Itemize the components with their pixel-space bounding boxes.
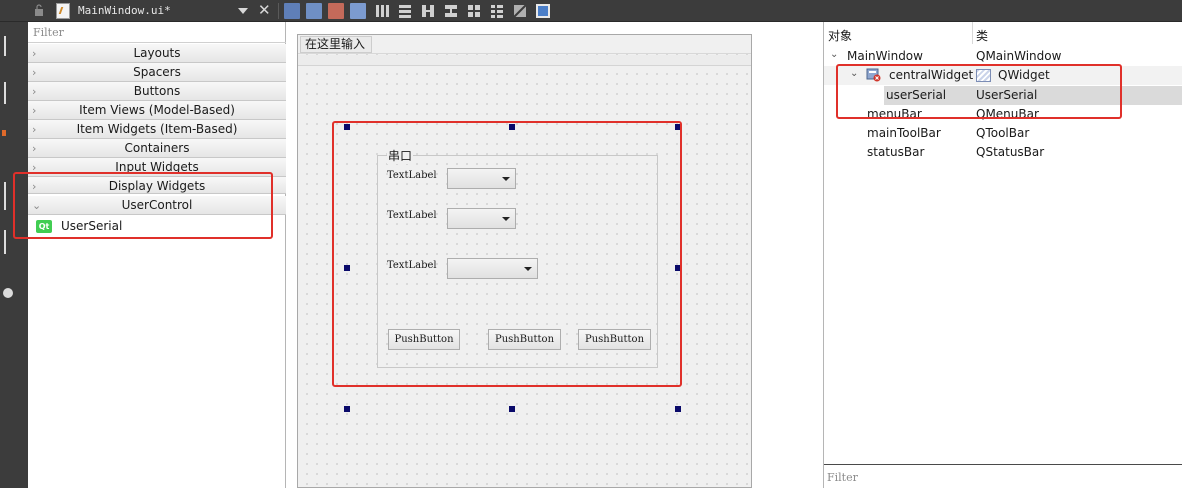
form-toolbar	[298, 55, 751, 66]
layout-vertical-icon[interactable]	[397, 3, 413, 19]
column-header-object[interactable]: 对象	[828, 27, 852, 44]
annotation-highlight-box	[836, 64, 1122, 119]
mode-design-icon[interactable]	[2, 130, 6, 136]
edit-tab-order-icon[interactable]	[350, 3, 366, 19]
tree-row-maintoolbar[interactable]: mainToolBar QToolBar	[824, 124, 1182, 143]
category-label: Containers	[124, 141, 190, 155]
chevron-down-icon[interactable]	[238, 8, 248, 14]
chevron-right-icon: ›	[32, 85, 37, 98]
toolbar-divider	[278, 3, 279, 19]
mode-edit-icon[interactable]	[4, 82, 14, 104]
widget-box-panel: Filter › Layouts › Spacers › Buttons › Item …	[28, 22, 286, 488]
category-layouts[interactable]: › Layouts	[28, 44, 286, 63]
chevron-right-icon: ›	[32, 142, 37, 155]
layout-grid-icon[interactable]	[466, 3, 482, 19]
open-file-title[interactable]: MainWindow.ui*	[78, 4, 171, 17]
layout-horizontal-splitter-icon[interactable]	[420, 3, 436, 19]
category-spacers[interactable]: › Spacers	[28, 63, 286, 82]
category-containers[interactable]: › Containers	[28, 139, 286, 158]
category-label: Buttons	[133, 84, 181, 98]
lock-icon	[35, 4, 43, 16]
chevron-right-icon: ›	[32, 66, 37, 79]
category-item-widgets[interactable]: › Item Widgets (Item-Based)	[28, 120, 286, 139]
object-name: statusBar	[867, 145, 925, 159]
edit-widgets-icon[interactable]	[284, 3, 300, 19]
category-buttons[interactable]: › Buttons	[28, 82, 286, 101]
selection-handle[interactable]	[675, 406, 681, 412]
break-layout-icon[interactable]	[512, 3, 528, 19]
selection-handle[interactable]	[509, 406, 515, 412]
chevron-down-icon[interactable]: ⌄	[830, 49, 838, 60]
layout-horizontal-icon[interactable]	[374, 3, 390, 19]
category-label: Layouts	[133, 46, 181, 60]
column-divider[interactable]	[972, 22, 973, 44]
inspector-header	[824, 24, 1182, 44]
inspector-filter-input[interactable]: Filter	[824, 464, 1182, 488]
widget-filter-input[interactable]: Filter	[28, 22, 286, 43]
layout-form-icon[interactable]	[489, 3, 505, 19]
chevron-right-icon: ›	[32, 123, 37, 136]
mode-welcome-icon[interactable]	[4, 36, 14, 56]
object-name: mainToolBar	[867, 126, 941, 140]
layout-vertical-splitter-icon[interactable]	[443, 3, 459, 19]
object-class: QStatusBar	[976, 145, 1045, 159]
adjust-size-icon[interactable]	[535, 3, 551, 19]
annotation-highlight-box	[13, 172, 273, 239]
chevron-right-icon: ›	[32, 104, 37, 117]
document-edit-icon	[56, 3, 70, 19]
close-icon[interactable]: ✕	[258, 2, 271, 18]
annotation-highlight-box	[332, 121, 682, 387]
tree-row-statusbar[interactable]: statusBar QStatusBar	[824, 143, 1182, 162]
mode-help-icon[interactable]	[3, 288, 13, 298]
category-label: Spacers	[133, 65, 181, 79]
object-name: MainWindow	[847, 49, 923, 63]
category-label: Item Views (Model-Based)	[79, 103, 235, 117]
object-class: QMainWindow	[976, 49, 1062, 63]
chevron-right-icon: ›	[32, 47, 37, 60]
top-toolbar	[0, 0, 1182, 22]
category-item-views[interactable]: › Item Views (Model-Based)	[28, 101, 286, 120]
category-label: Item Widgets (Item-Based)	[76, 122, 238, 136]
edit-signals-icon[interactable]	[306, 3, 322, 19]
menu-type-here[interactable]: 在这里输入	[300, 36, 372, 53]
object-class: QToolBar	[976, 126, 1030, 140]
column-header-class[interactable]: 类	[976, 27, 988, 44]
edit-buddies-icon[interactable]	[328, 3, 344, 19]
selection-handle[interactable]	[344, 406, 350, 412]
